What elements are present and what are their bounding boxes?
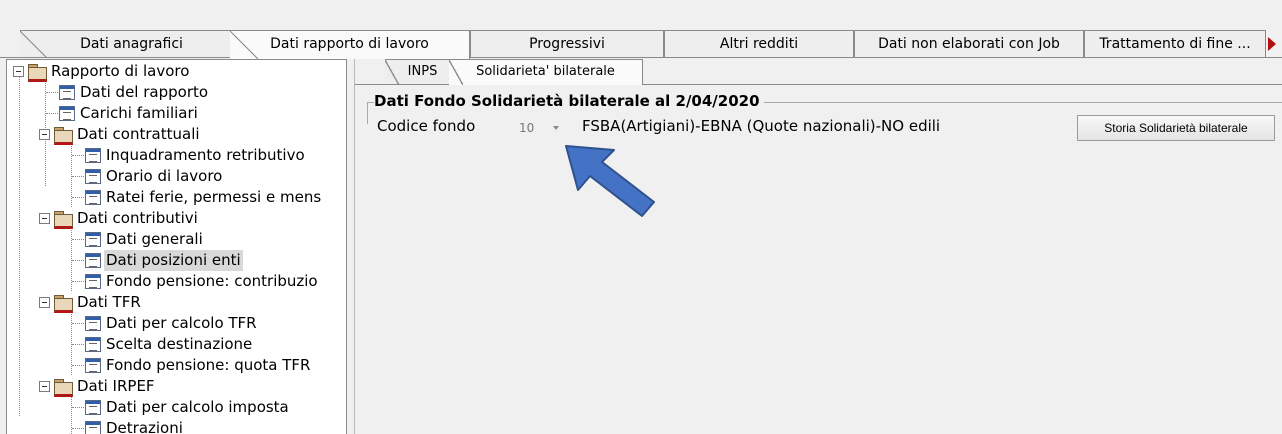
- collapse-minus-icon[interactable]: [39, 129, 50, 140]
- collapse-minus-icon[interactable]: [39, 381, 50, 392]
- document-icon: [85, 337, 101, 352]
- tab-scroll-right-icon[interactable]: [1268, 37, 1276, 51]
- codice-fondo-select[interactable]: 10: [513, 117, 565, 139]
- document-icon: [85, 316, 101, 331]
- group-box-border: [367, 102, 368, 124]
- tab-baseline: [0, 57, 1282, 58]
- tree-connector: [72, 197, 86, 198]
- tree-connector: [72, 407, 86, 408]
- group-title: Dati Fondo Solidarietà bilaterale al 2/0…: [374, 92, 764, 110]
- tree-connector: [72, 323, 86, 324]
- document-icon: [59, 85, 75, 100]
- collapse-minus-icon[interactable]: [39, 297, 50, 308]
- tab-progressivi[interactable]: Progressivi: [470, 30, 664, 58]
- document-icon: [85, 421, 101, 434]
- tree-connector: [72, 428, 86, 429]
- tab-solidarieta-bilaterale[interactable]: Solidarieta' bilaterale: [449, 59, 643, 85]
- codice-fondo-description: FSBA(Artigiani)-EBNA (Quote nazionali)-N…: [582, 117, 941, 135]
- storia-solidarieta-button[interactable]: Storia Solidarietà bilaterale: [1077, 115, 1275, 141]
- tree-connector: [46, 92, 60, 93]
- tab-dati-non-elaborati-con-job[interactable]: Dati non elaborati con Job: [854, 30, 1084, 58]
- collapse-minus-icon[interactable]: [39, 213, 50, 224]
- main-tab-strip: Dati anagrafici Dati rapporto di lavoro …: [0, 30, 1282, 59]
- chevron-down-icon[interactable]: [553, 126, 559, 130]
- codice-fondo-label: Codice fondo: [377, 117, 476, 135]
- folder-icon: [54, 127, 73, 145]
- folder-icon: [54, 379, 73, 397]
- tree-connector: [72, 155, 86, 156]
- blue-arrow-shape: [565, 145, 655, 217]
- document-icon: [85, 169, 101, 184]
- codice-fondo-value: 10: [519, 121, 535, 135]
- collapse-minus-icon[interactable]: [13, 66, 24, 77]
- document-icon: [85, 400, 101, 415]
- document-icon: [85, 253, 101, 268]
- folder-icon: [54, 211, 73, 229]
- folder-icon: [28, 64, 47, 82]
- tree-connector: [72, 239, 86, 240]
- document-icon: [85, 358, 101, 373]
- content-panel: INPS Solidarieta' bilaterale Dati Fondo …: [354, 59, 1282, 434]
- navigation-tree[interactable]: Rapporto di lavoro Dati del rapporto Car…: [6, 59, 347, 434]
- tab-trattamento-di-fine[interactable]: Trattamento di fine ...: [1084, 30, 1266, 58]
- storia-button-label: Storia Solidarietà bilaterale: [1104, 121, 1248, 135]
- tree-connector: [72, 281, 86, 282]
- sub-tab-strip: INPS Solidarieta' bilaterale: [355, 59, 1282, 85]
- tree-connector: [72, 260, 86, 261]
- tree-connector: [72, 344, 86, 345]
- tree-connector: [46, 113, 60, 114]
- document-icon: [85, 190, 101, 205]
- tab-dati-anagrafici[interactable]: Dati anagrafici: [20, 30, 244, 58]
- tab-dati-rapporto-di-lavoro[interactable]: Dati rapporto di lavoro: [230, 30, 470, 59]
- blue-arrow-annotation: [565, 145, 655, 217]
- document-icon: [59, 106, 75, 121]
- tree-connector: [72, 176, 86, 177]
- folder-icon: [54, 295, 73, 313]
- document-icon: [85, 148, 101, 163]
- tree-connector: [72, 365, 86, 366]
- document-icon: [85, 232, 101, 247]
- document-icon: [85, 274, 101, 289]
- window-top-strip: [0, 0, 1282, 22]
- tree-connector: [19, 76, 20, 416]
- tab-altri-redditi[interactable]: Altri redditi: [664, 30, 854, 58]
